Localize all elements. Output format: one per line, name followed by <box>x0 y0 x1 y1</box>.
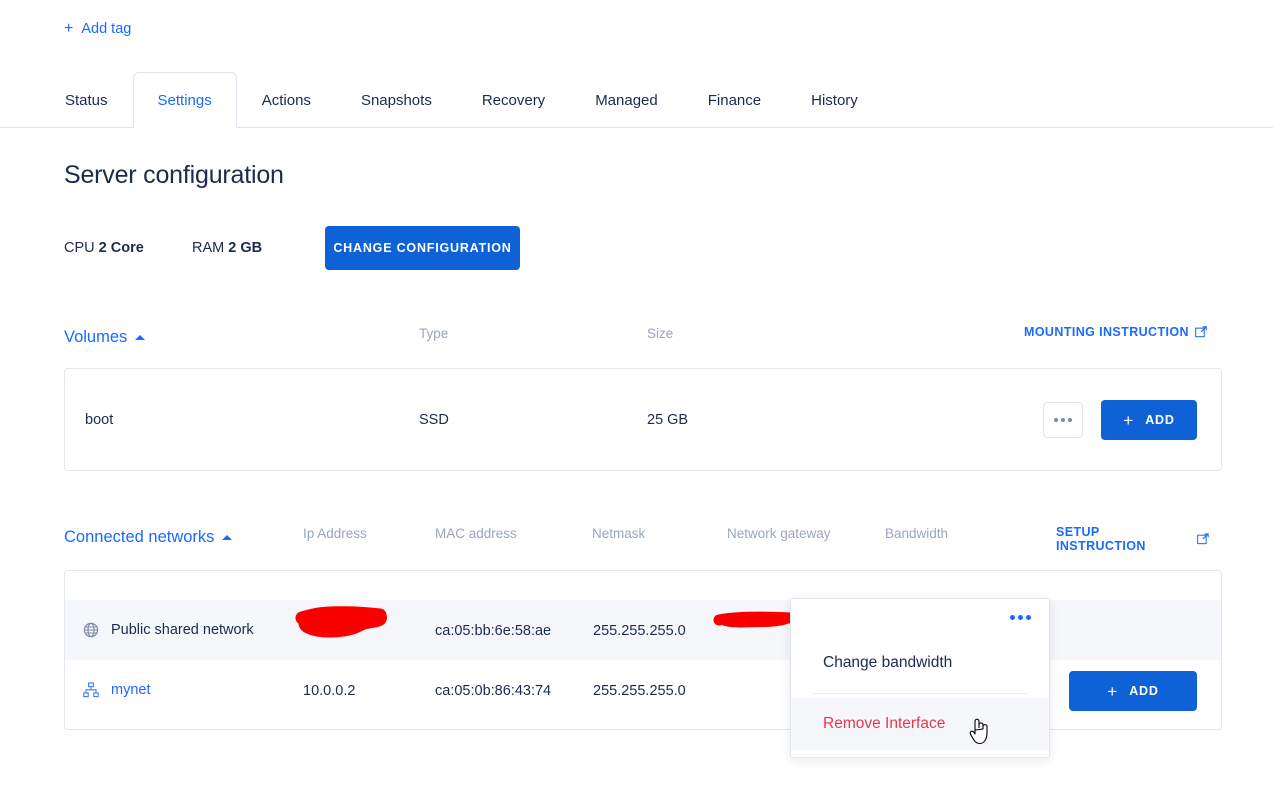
ellipsis-icon <box>1054 418 1072 422</box>
redaction-mark-gateway <box>713 611 796 628</box>
tab-managed[interactable]: Managed <box>570 74 683 127</box>
volume-size: 25 GB <box>647 412 689 428</box>
add-network-button[interactable]: + ADD <box>1069 671 1197 711</box>
setup-instruction-label: SETUP INSTRUCTION <box>1056 525 1146 553</box>
column-header-size: Size <box>647 326 674 341</box>
caret-up-icon <box>222 534 233 540</box>
volume-type: SSD <box>419 412 449 428</box>
network-label: mynet <box>111 682 151 698</box>
add-volume-button[interactable]: + ADD <box>1101 400 1197 440</box>
network-netmask: 255.255.255.0 <box>593 683 686 699</box>
globe-icon <box>83 622 99 638</box>
tab-actions[interactable]: Actions <box>237 74 336 127</box>
tab-label: Status <box>65 92 108 109</box>
volume-name: boot <box>85 412 114 428</box>
server-specs: CPU 2 Core RAM 2 GB <box>64 226 304 270</box>
tab-label: Managed <box>595 92 658 109</box>
mounting-instruction-label: MOUNTING INSTRUCTION <box>1024 325 1189 339</box>
network-label: Public shared network <box>111 622 254 638</box>
network-ip: 10.0.0.2 <box>303 683 356 699</box>
column-header-bandwidth: Bandwidth <box>885 526 949 541</box>
column-header-type: Type <box>419 326 449 341</box>
external-link-icon <box>1195 326 1207 338</box>
external-link-icon <box>1197 533 1209 545</box>
network-name-mynet[interactable]: mynet <box>83 682 151 698</box>
tab-settings[interactable]: Settings <box>132 72 237 128</box>
ellipsis-icon[interactable] <box>1010 615 1031 620</box>
network-name-public: Public shared network <box>83 622 254 638</box>
menu-item-label: Change bandwidth <box>823 654 953 671</box>
tab-label: Settings <box>157 91 212 109</box>
volumes-card: boot SSD 25 GB + ADD <box>64 368 1222 471</box>
volumes-title: Volumes <box>64 327 128 346</box>
change-configuration-button[interactable]: CHANGE CONFIGURATION <box>325 226 520 270</box>
ram-value: 2 GB <box>228 240 263 256</box>
add-volume-label: ADD <box>1145 413 1175 427</box>
context-menu: Change bandwidth Remove Interface <box>790 598 1050 758</box>
networks-title: Connected networks <box>64 527 215 546</box>
tab-label: Actions <box>261 92 311 109</box>
menu-item-change-bandwidth[interactable]: Change bandwidth <box>791 637 1049 689</box>
add-network-label: ADD <box>1129 684 1159 698</box>
tab-recovery[interactable]: Recovery <box>457 74 570 127</box>
network-mac: ca:05:0b:86:43:74 <box>435 683 552 699</box>
caret-up-icon <box>135 334 146 340</box>
tab-label: Snapshots <box>360 92 432 109</box>
column-header-netmask: Netmask <box>592 526 646 541</box>
network-tree-icon <box>83 682 99 698</box>
cpu-label: CPU <box>64 240 95 256</box>
network-mac: ca:05:bb:6e:58:ae <box>435 623 552 639</box>
cpu-value: 2 Core <box>98 240 144 256</box>
menu-item-remove-interface[interactable]: Remove Interface <box>791 698 1049 750</box>
table-row[interactable]: boot SSD 25 GB + ADD <box>65 369 1221 470</box>
menu-item-label: Remove Interface <box>823 715 946 732</box>
redaction-mark-ip <box>295 606 388 638</box>
plus-icon: + <box>1123 410 1134 430</box>
tab-label: Finance <box>707 92 762 109</box>
volume-more-button[interactable] <box>1043 402 1083 438</box>
ram-label: RAM <box>192 240 225 256</box>
tab-bar: Status Settings Actions Snapshots Recove… <box>0 72 1273 128</box>
networks-collapse-toggle[interactable]: Connected networks <box>64 527 233 547</box>
add-tag-label: Add tag <box>81 21 132 37</box>
tab-finance[interactable]: Finance <box>683 74 786 127</box>
column-header-ip-address: Ip Address <box>303 526 367 541</box>
plus-icon: + <box>64 20 74 37</box>
spec-ram: RAM 2 GB <box>192 240 304 256</box>
server-settings-page: + Add tag Status Settings Actions Snapsh… <box>0 0 1273 796</box>
network-netmask: 255.255.255.0 <box>593 623 686 639</box>
plus-icon: + <box>1107 681 1118 701</box>
tab-label: History <box>811 92 858 109</box>
setup-instruction-link[interactable]: SETUP INSTRUCTION <box>1056 525 1209 553</box>
add-tag-row: + Add tag <box>64 17 131 41</box>
tab-label: Recovery <box>481 92 546 109</box>
volumes-collapse-toggle[interactable]: Volumes <box>64 327 146 347</box>
column-header-mac-address: MAC address <box>435 526 517 541</box>
add-tag-button[interactable]: + Add tag <box>64 20 132 38</box>
tab-snapshots[interactable]: Snapshots <box>336 74 457 127</box>
tab-status[interactable]: Status <box>40 74 133 127</box>
volumes-section-header: Volumes Type Size MOUNTING INSTRUCTION <box>64 325 1209 348</box>
page-title: Server configuration <box>64 161 284 189</box>
mounting-instruction-link[interactable]: MOUNTING INSTRUCTION <box>1024 325 1207 339</box>
menu-divider <box>813 693 1027 694</box>
networks-section-header: Connected networks Ip Address MAC addres… <box>64 525 1209 553</box>
spec-cpu: CPU 2 Core <box>64 240 192 256</box>
tab-history[interactable]: History <box>786 74 883 127</box>
column-header-network-gateway: Network gateway <box>727 526 831 541</box>
